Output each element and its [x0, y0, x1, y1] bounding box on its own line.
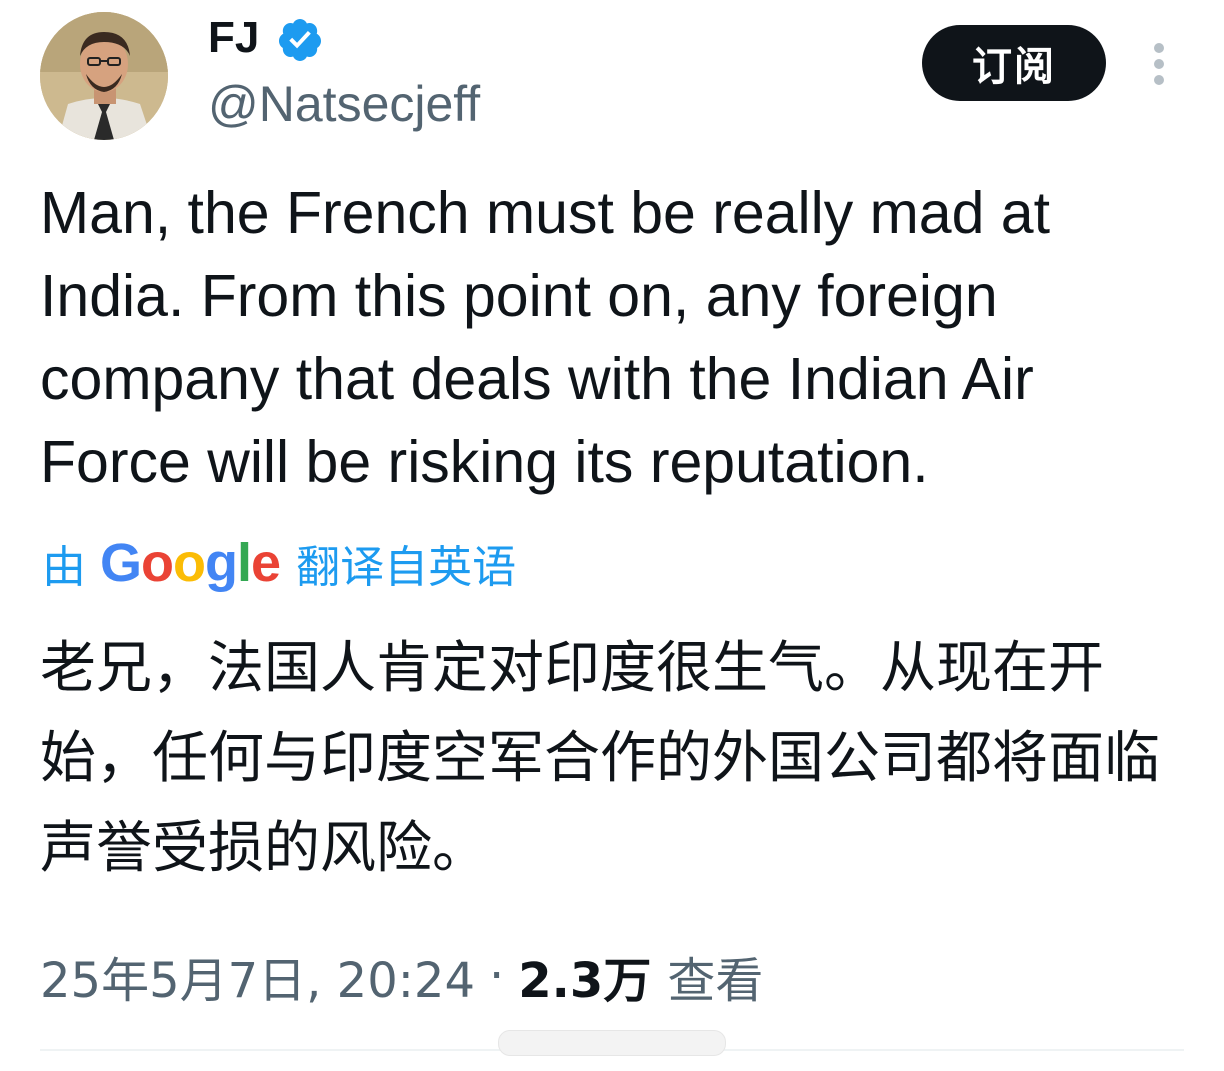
user-handle[interactable]: @Natsecjeff: [208, 74, 480, 134]
google-logo: Google: [100, 532, 281, 594]
avatar[interactable]: [40, 12, 168, 140]
translated-by-google[interactable]: 由 Google 翻译自英语: [42, 533, 516, 593]
translated-text: 老兄，法国人肯定对印度很生气。从现在开始，任何与印度空军合作的外国公司都将面临声…: [40, 636, 1160, 881]
google-logo-letter: G: [100, 533, 142, 593]
views-count: 2.3万: [518, 953, 652, 1009]
google-logo-letter: o: [173, 533, 206, 593]
google-logo-letter: o: [141, 533, 174, 593]
verified-badge-icon: [278, 19, 321, 61]
tweet-meta: 25年5月7日, 20:24 · 2.3万 查看: [40, 941, 764, 1011]
timestamp[interactable]: 25年5月7日, 20:24: [40, 941, 475, 1011]
more-vertical-icon[interactable]: [1146, 40, 1172, 88]
views-label: 查看: [667, 953, 764, 1009]
display-name[interactable]: FJ: [208, 10, 259, 66]
translated-prefix: 由: [42, 542, 86, 593]
translated-suffix: 翻译自英语: [296, 542, 517, 593]
meta-separator: ·: [489, 948, 505, 1004]
subscribe-button[interactable]: 订阅: [922, 25, 1106, 101]
google-logo-letter: l: [237, 533, 252, 593]
google-logo-letter: g: [205, 533, 238, 593]
watermark-bar: [498, 1030, 726, 1056]
tweet-text: Man, the French must be really mad at In…: [40, 180, 1051, 495]
avatar-man-cartoon-icon: [40, 12, 168, 140]
google-logo-letter: e: [251, 533, 281, 593]
